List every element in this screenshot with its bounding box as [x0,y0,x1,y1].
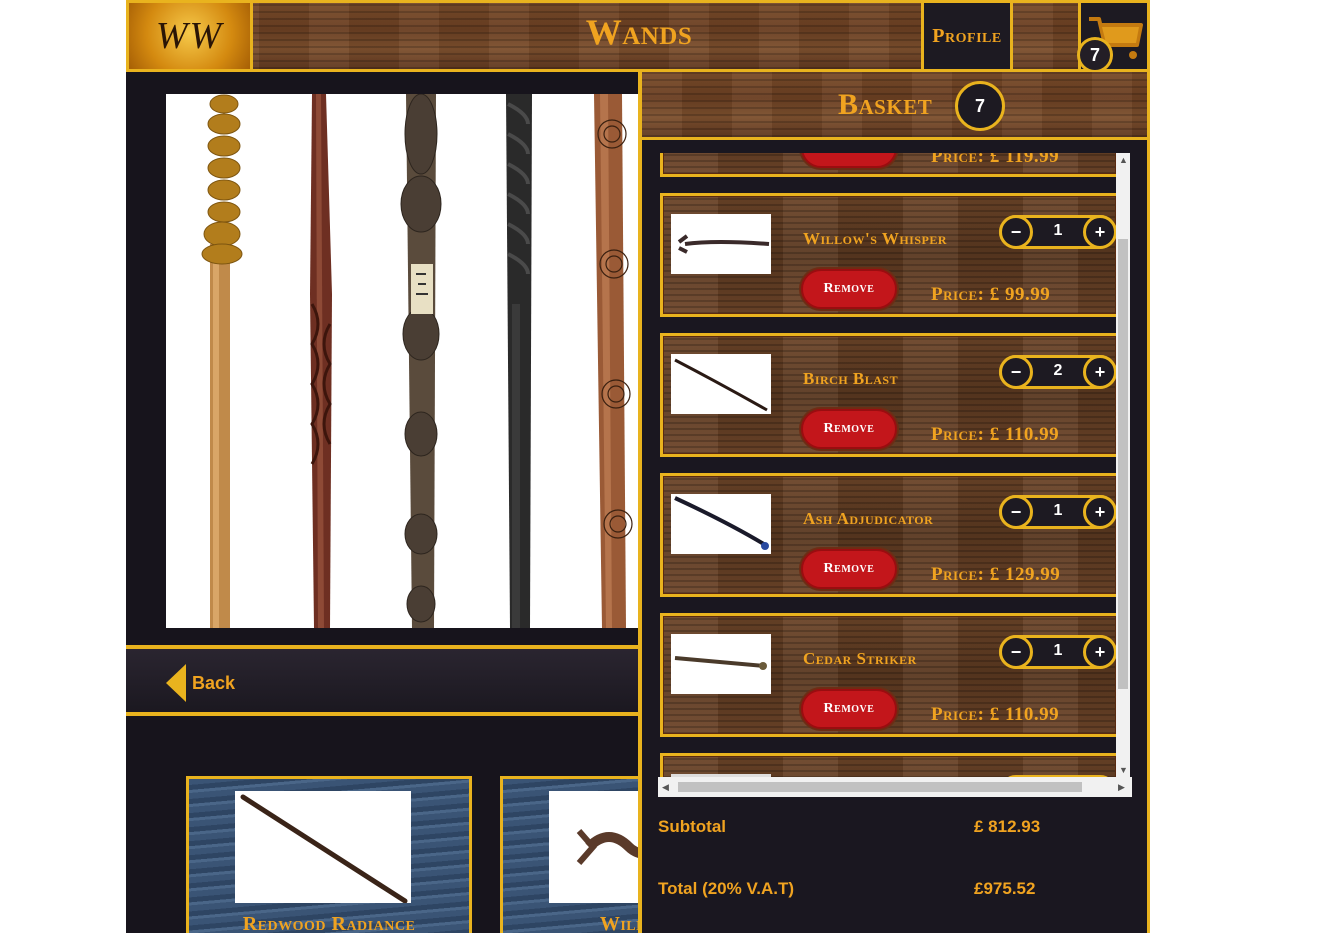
basket-count-badge: 7 [955,81,1005,131]
increase-qty-button[interactable]: + [1083,495,1117,529]
scroll-left-arrow-icon[interactable]: ◀ [662,782,669,792]
horizontal-scroll-thumb[interactable] [678,782,1082,792]
total-label: Total (20% V.A.T) [658,879,795,898]
basket-item: Birch Blast − 2 + Remove Price: £ 110.99 [660,333,1117,457]
scroll-up-arrow-icon[interactable]: ▲ [1119,155,1128,165]
item-price: Price: £ 110.99 [931,704,1060,725]
basket-item: Cedar Striker − 1 + Remove Price: £ 110.… [660,613,1117,737]
vertical-scroll-thumb[interactable] [1118,239,1128,689]
item-price: Price: £ 99.99 [931,284,1051,305]
logo-text: WW [155,15,224,57]
product-image [166,94,640,628]
quantity-stepper: − 1 + [999,495,1117,529]
item-name: Ash Adjudicator [803,509,934,528]
subtotal-label: Subtotal [658,817,726,836]
item-thumbnail [671,634,771,694]
item-thumbnail [671,214,771,274]
item-price: Price: £ 129.99 [931,564,1061,585]
app-window: WW Wands Profile 7 Back Redwood Radiance… [126,0,1150,933]
cart-button[interactable]: 7 [1077,3,1147,73]
basket-horizontal-scrollbar[interactable]: ◀ ▶ [658,777,1132,797]
increase-qty-button[interactable]: + [1083,635,1117,669]
site-logo[interactable]: WW [129,3,253,69]
remove-button[interactable]: Remove [801,409,897,449]
basket-item-list[interactable]: Price: £ 119.99 Willow's Whisper − 1 + R… [658,153,1132,797]
back-button[interactable]: Back [166,663,235,703]
item-thumbnail [671,494,771,554]
item-price: Price: £ 110.99 [931,424,1060,445]
related-card-name: Redwood Radiance [242,913,416,933]
item-name: Cedar Striker [803,649,917,668]
decrease-qty-button[interactable]: − [999,495,1033,529]
increase-qty-button[interactable]: + [1083,355,1117,389]
basket-item: Ash Adjudicator − 1 + Remove Price: £ 12… [660,473,1117,597]
basket-item-partial: Price: £ 119.99 [660,153,1116,177]
scroll-right-arrow-icon[interactable]: ▶ [1118,782,1125,792]
item-thumbnail [671,354,771,414]
remove-button[interactable]: Remove [801,549,897,589]
remove-button[interactable]: Remove [801,689,897,729]
quantity-stepper: − 2 + [999,355,1117,389]
subtotal-value: £ 812.93 [974,817,1041,836]
scroll-down-arrow-icon[interactable]: ▼ [1119,765,1128,775]
cart-count-badge: 7 [1077,37,1113,73]
item-name: Willow's Whisper [803,229,948,248]
basket-vertical-scrollbar[interactable]: ▲ ▼ [1116,153,1130,777]
profile-button[interactable]: Profile [921,3,1013,69]
increase-qty-button[interactable]: + [1083,215,1117,249]
qty-value: 1 [1053,222,1063,239]
remove-button[interactable] [801,153,897,168]
related-card[interactable]: Redwood Radiance [186,776,472,933]
basket-title: Basket [838,88,933,121]
basket-panel: Basket 7 Price: £ 119.99 Willow's Whispe… [638,72,1150,933]
quantity-stepper: − 1 + [999,635,1117,669]
remove-button[interactable]: Remove [801,269,897,309]
item-price: Price: £ 119.99 [931,153,1060,167]
related-card-image [235,791,411,904]
page-title: Wands [585,12,693,52]
header-spacer [1013,3,1081,69]
basket-item: Willow's Whisper − 1 + Remove Price: £ 9… [660,193,1117,317]
qty-value: 2 [1053,362,1063,379]
back-arrow-icon [166,664,186,702]
basket-header: Basket 7 [642,72,1147,140]
top-header: WW Wands Profile 7 [126,0,1150,73]
qty-value: 1 [1053,502,1063,519]
decrease-qty-button[interactable]: − [999,355,1033,389]
decrease-qty-button[interactable]: − [999,215,1033,249]
back-bar: Back [126,645,640,716]
quantity-stepper: − 1 + [999,215,1117,249]
total-value: £975.52 [974,879,1036,898]
qty-value: 1 [1053,642,1063,659]
decrease-qty-button[interactable]: − [999,635,1033,669]
wands-photo [201,94,633,628]
item-name: Birch Blast [803,369,899,388]
back-label: Back [192,672,236,693]
